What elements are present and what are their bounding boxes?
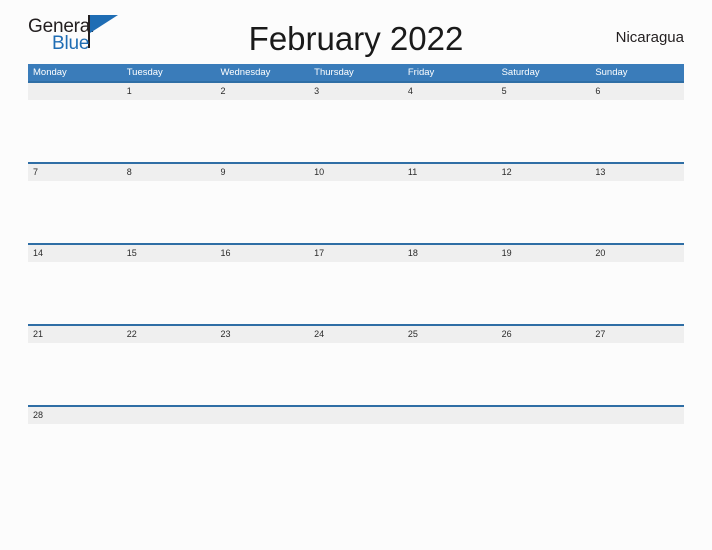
date-number-strip: 21 22 23 24 25 26 27 — [28, 324, 684, 343]
day-cell[interactable]: 21 — [28, 326, 122, 343]
date-number-strip: 14 15 16 17 18 19 20 — [28, 243, 684, 262]
day-cell[interactable]: 27 — [590, 326, 684, 343]
weekday-header-tuesday: Tuesday — [126, 67, 163, 78]
day-cell[interactable]: 3 — [309, 83, 403, 100]
weekday-header-monday: Monday — [33, 67, 67, 78]
date-number-strip: 7 8 9 10 11 12 13 — [28, 162, 684, 181]
week-note-area[interactable] — [28, 262, 684, 324]
date-number-strip: 28 — [28, 405, 684, 424]
day-cell[interactable]: 13 — [590, 164, 684, 181]
weekday-header-row: Monday Tuesday Wednesday Thursday Friday… — [28, 64, 684, 81]
week-note-area[interactable] — [28, 424, 684, 434]
region-label: Nicaragua — [615, 28, 684, 46]
day-cell[interactable]: 22 — [122, 326, 216, 343]
day-cell[interactable]: 11 — [403, 164, 497, 181]
weekday-header-thursday: Thursday — [314, 67, 354, 78]
page-header: General Blue February 2022 Nicaragua — [28, 0, 684, 58]
day-cell[interactable]: 12 — [497, 164, 591, 181]
calendar-page: General Blue February 2022 Nicaragua Mon… — [0, 0, 712, 550]
day-cell[interactable]: 15 — [122, 245, 216, 262]
day-cell[interactable]: 2 — [215, 83, 309, 100]
day-cell[interactable]: 20 — [590, 245, 684, 262]
day-cell[interactable]: 5 — [497, 83, 591, 100]
day-cell[interactable]: 10 — [309, 164, 403, 181]
logo-text-blue: Blue — [52, 33, 90, 54]
day-cell[interactable]: 8 — [122, 164, 216, 181]
week-row: 14 15 16 17 18 19 20 — [28, 243, 684, 324]
date-number-strip: 1 2 3 4 5 6 — [28, 81, 684, 100]
day-cell[interactable]: 7 — [28, 164, 122, 181]
day-cell[interactable]: 9 — [215, 164, 309, 181]
weekday-header-saturday: Saturday — [501, 67, 540, 78]
week-row: 21 22 23 24 25 26 27 — [28, 324, 684, 405]
day-cell[interactable]: 23 — [215, 326, 309, 343]
day-cell[interactable]: 4 — [403, 83, 497, 100]
page-title: February 2022 — [248, 20, 464, 57]
weekday-header-friday: Friday — [407, 67, 435, 78]
weekday-header-wednesday: Wednesday — [220, 67, 271, 78]
week-note-area[interactable] — [28, 343, 684, 405]
week-note-area[interactable] — [28, 100, 684, 162]
week-row: 28 — [28, 405, 684, 434]
day-cell[interactable]: 16 — [215, 245, 309, 262]
week-row: 7 8 9 10 11 12 13 — [28, 162, 684, 243]
day-cell[interactable]: 18 — [403, 245, 497, 262]
week-row: 1 2 3 4 5 6 — [28, 81, 684, 162]
general-blue-logo[interactable]: General Blue — [28, 14, 124, 58]
day-cell[interactable]: 6 — [590, 83, 684, 100]
weekday-header-sunday: Sunday — [595, 67, 628, 78]
day-cell[interactable]: 14 — [28, 245, 122, 262]
week-note-area[interactable] — [28, 181, 684, 243]
calendar-grid: Monday Tuesday Wednesday Thursday Friday… — [28, 64, 684, 434]
day-cell[interactable]: 24 — [309, 326, 403, 343]
triangle-flag-icon — [90, 15, 118, 33]
day-cell[interactable]: 25 — [403, 326, 497, 343]
day-cell[interactable]: 26 — [497, 326, 591, 343]
day-cell[interactable]: 19 — [497, 245, 591, 262]
day-cell[interactable]: 17 — [309, 245, 403, 262]
day-cell[interactable]: 1 — [122, 83, 216, 100]
day-cell[interactable]: 28 — [28, 407, 122, 424]
